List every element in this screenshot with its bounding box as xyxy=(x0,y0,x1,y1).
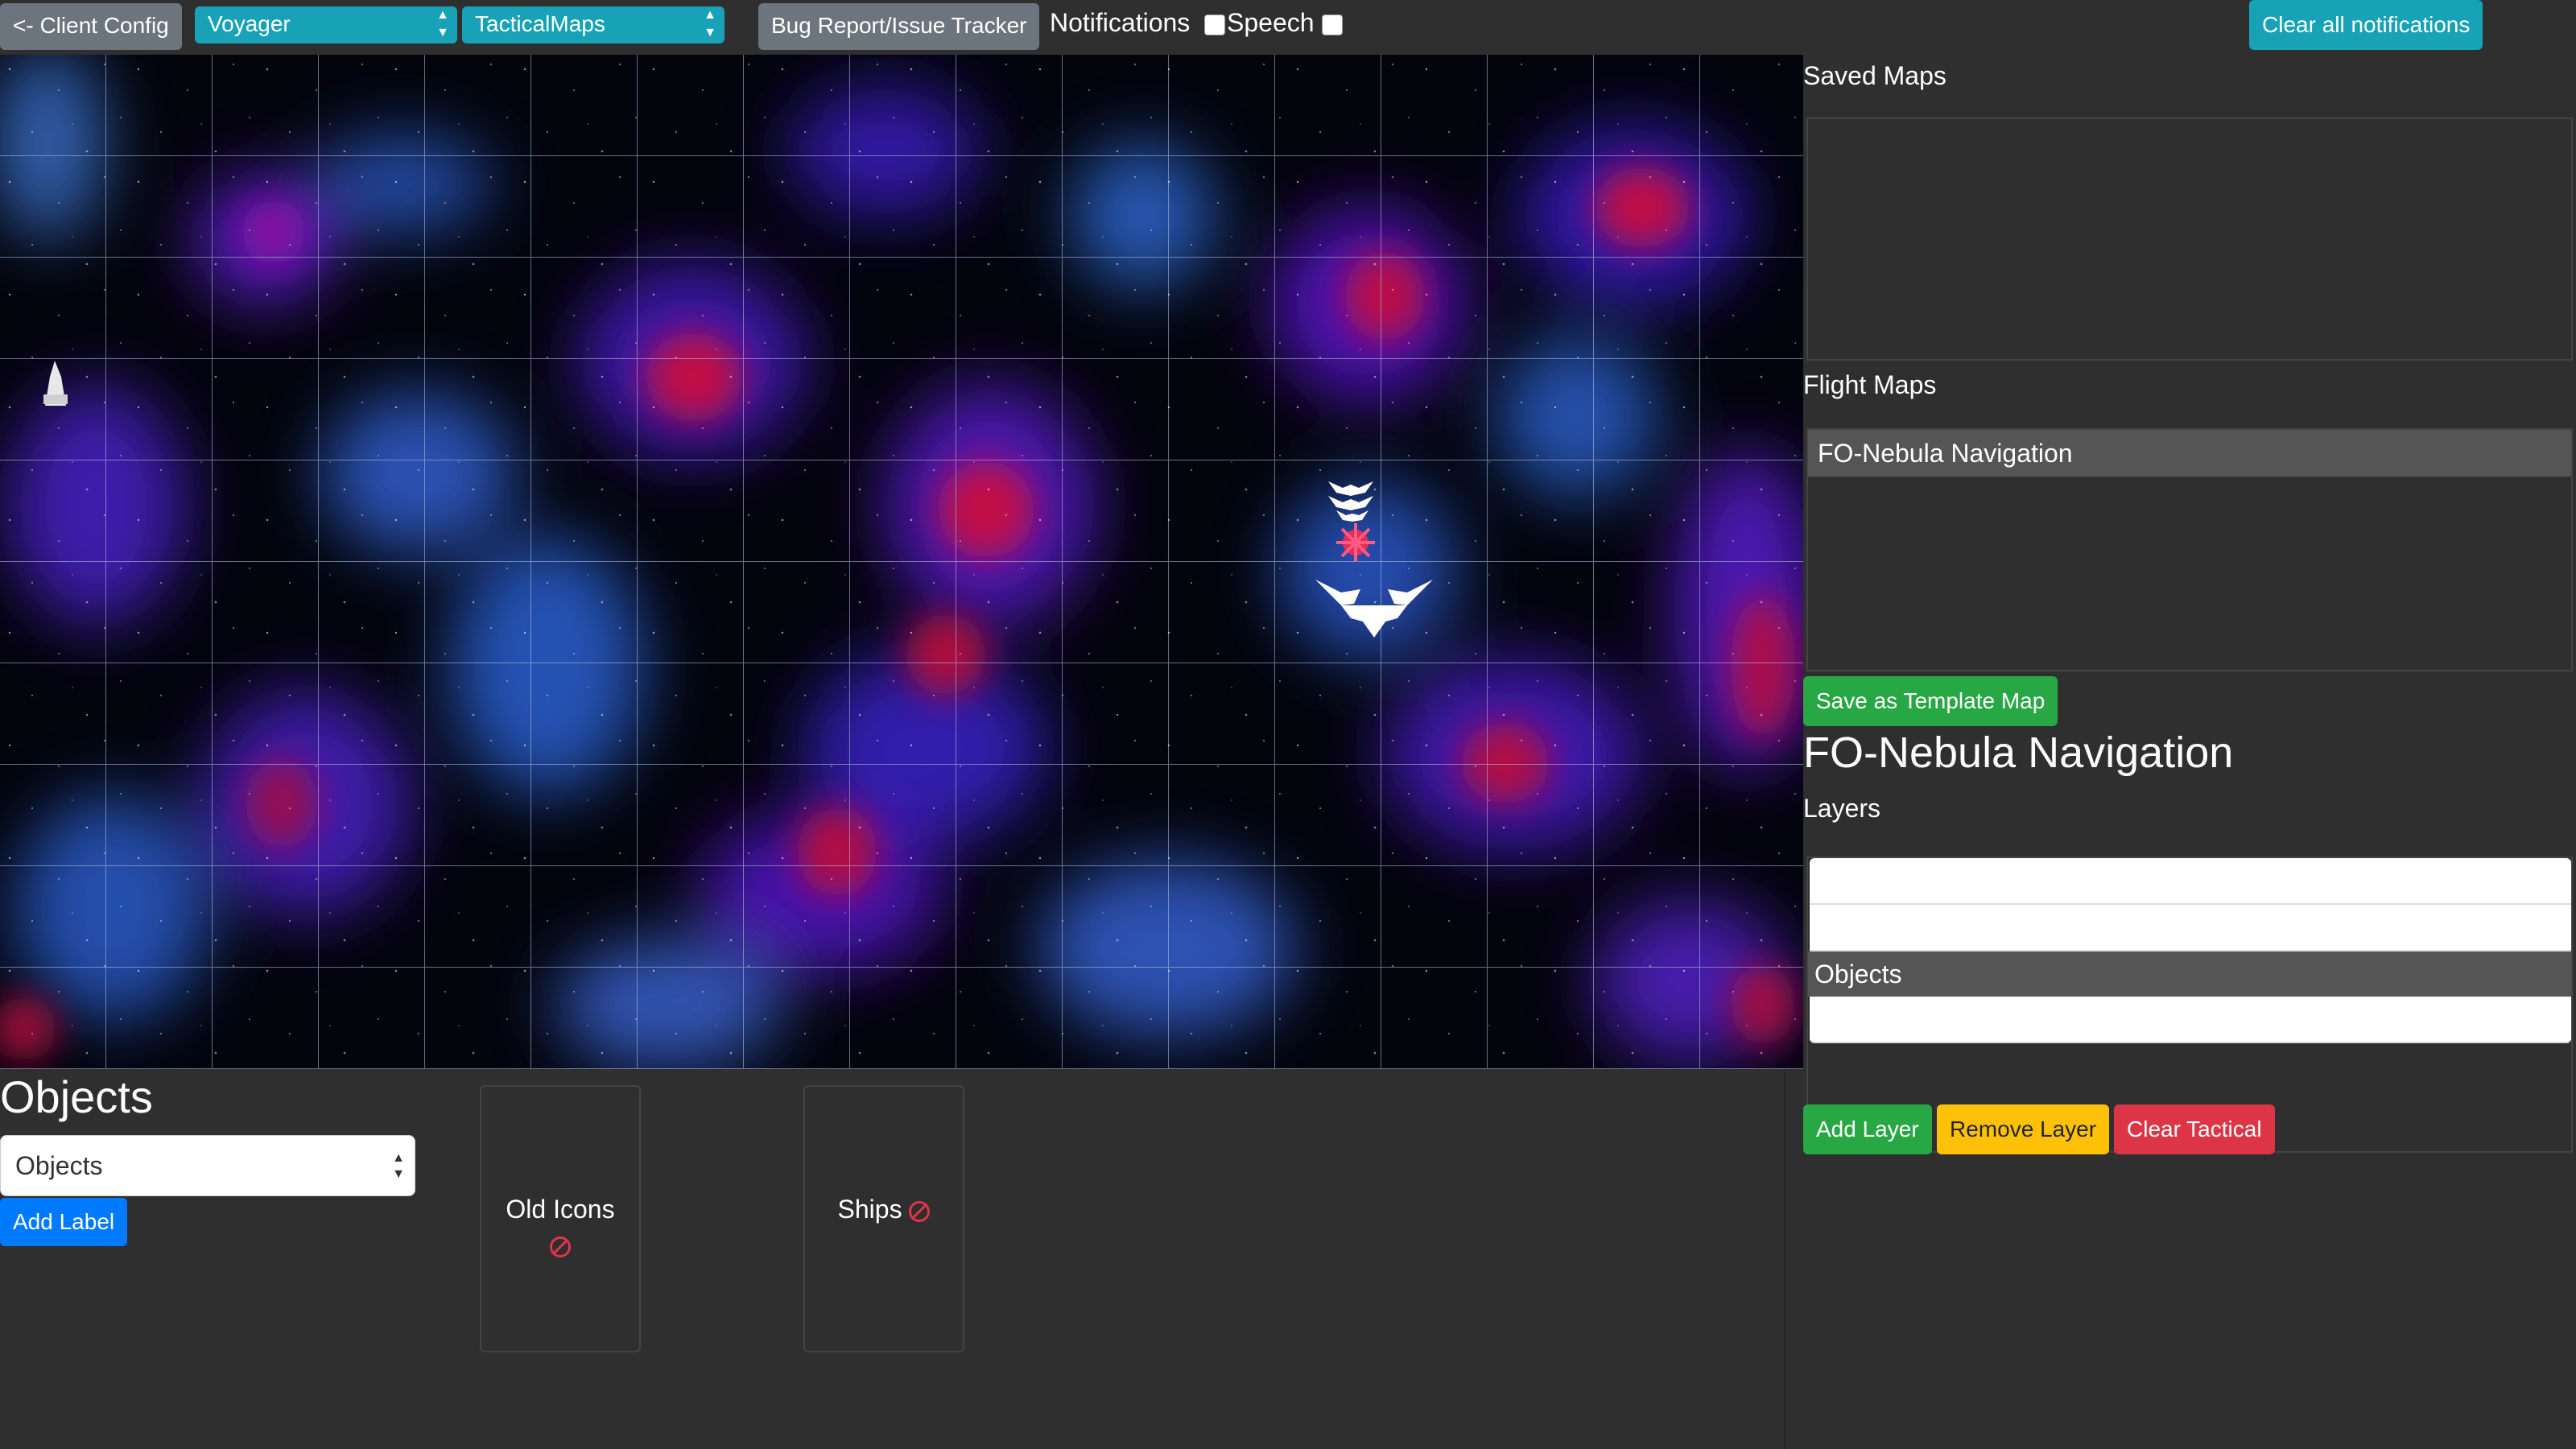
layer-item[interactable] xyxy=(1810,858,2571,905)
tactical-map-canvas[interactable] xyxy=(0,55,1803,1069)
simulator-select-value: Voyager xyxy=(208,11,291,36)
tactical-map[interactable] xyxy=(0,55,1803,1069)
current-map-title: FO-Nebula Navigation xyxy=(1803,729,2234,777)
select-arrows-icon: ▲ ▼ xyxy=(392,1151,405,1181)
icon-set-card-ships[interactable]: Ships xyxy=(803,1085,964,1352)
simulator-select[interactable]: Voyager ▲ ▼ xyxy=(195,6,457,43)
speech-label: Speech xyxy=(1227,8,1315,37)
remove-layer-button[interactable]: Remove Layer xyxy=(1937,1104,2110,1154)
object-layer-select-value: Objects xyxy=(15,1151,103,1180)
client-config-button[interactable]: <- Client Config xyxy=(0,3,182,50)
top-bar: <- Client Config Voyager ▲ ▼ TacticalMaps… xyxy=(0,0,2576,55)
speech-checkbox[interactable] xyxy=(1322,14,1343,35)
view-select-value: TacticalMaps xyxy=(475,11,605,36)
flight-map-item[interactable]: FO-Nebula Navigation xyxy=(1808,430,2571,477)
card-label: Ships xyxy=(837,1195,902,1224)
clear-tactical-button[interactable]: Clear Tactical xyxy=(2114,1104,2275,1154)
layer-item[interactable] xyxy=(1810,905,2571,952)
icon-set-card-old-icons[interactable]: Old Icons xyxy=(480,1085,641,1352)
select-arrows-icon: ▲ ▼ xyxy=(704,8,716,39)
card-label: Old Icons xyxy=(506,1195,615,1224)
clear-notifications-button[interactable]: Clear all notifications xyxy=(2249,0,2483,50)
no-entry-icon xyxy=(909,1200,931,1222)
panel-divider xyxy=(1784,1071,1785,1449)
saved-maps-list[interactable] xyxy=(1806,118,2573,361)
add-label-button[interactable]: Add Label xyxy=(0,1198,128,1246)
select-arrows-icon: ▲ ▼ xyxy=(436,8,449,39)
flight-maps-label: Flight Maps xyxy=(1803,370,1937,399)
layer-item[interactable] xyxy=(1810,997,2571,1043)
notifications-checkbox[interactable] xyxy=(1204,14,1225,35)
star-burst-icon[interactable] xyxy=(1336,523,1375,562)
layer-item-selected[interactable]: Objects xyxy=(1808,952,2571,997)
view-select[interactable]: TacticalMaps ▲ ▼ xyxy=(462,6,724,43)
flight-maps-list[interactable]: FO-Nebula Navigation xyxy=(1806,428,2573,671)
maps-sidebar: Saved Maps Flight Maps FO-Nebula Navigat… xyxy=(1803,55,2576,1449)
notifications-label: Notifications xyxy=(1050,8,1191,37)
add-layer-button[interactable]: Add Layer xyxy=(1803,1104,1932,1154)
bug-report-button[interactable]: Bug Report/Issue Tracker xyxy=(758,3,1040,50)
object-layer-select[interactable]: Objects ▲ ▼ xyxy=(0,1135,415,1196)
saved-maps-label: Saved Maps xyxy=(1803,61,1946,90)
save-template-button[interactable]: Save as Template Map xyxy=(1803,676,2058,726)
layers-label: Layers xyxy=(1803,794,1881,823)
objects-heading: Objects xyxy=(0,1071,153,1122)
no-entry-icon xyxy=(550,1236,571,1257)
